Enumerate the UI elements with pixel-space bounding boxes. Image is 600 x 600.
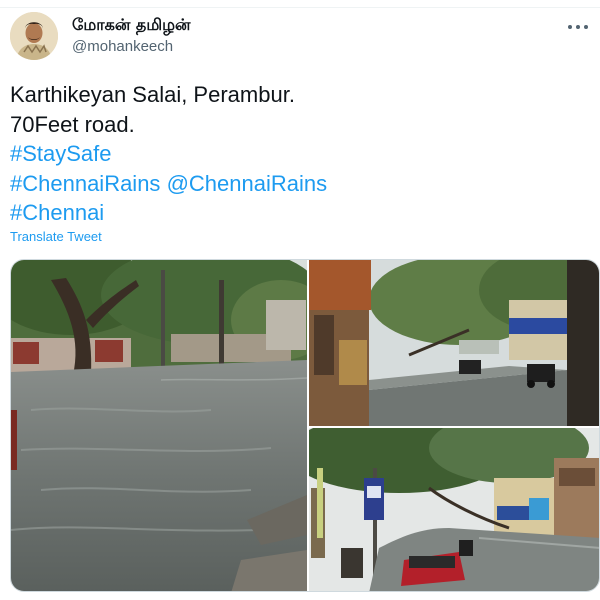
flooded-street-shops-photo[interactable] <box>309 260 599 426</box>
author-name[interactable]: மோகன் தமிழன் <box>72 15 190 36</box>
hashtag-chennairains[interactable]: #ChennaiRains <box>10 171 160 196</box>
author-handle[interactable]: @mohankeech <box>72 38 173 55</box>
top-divider <box>0 0 600 8</box>
flooded-road-red-car-photo[interactable] <box>309 428 599 591</box>
flooded-tree-lined-road-photo[interactable] <box>11 260 307 591</box>
media-grid <box>10 259 600 592</box>
tweet-header: மோகன் தமிழன் @mohankeech <box>10 12 590 62</box>
more-horizontal-icon[interactable] <box>566 16 590 36</box>
translate-tweet-link[interactable]: Translate Tweet <box>10 229 102 244</box>
mention-chennairains[interactable]: @ChennaiRains <box>167 171 328 196</box>
hashtag-staysafe[interactable]: #StaySafe <box>10 141 112 166</box>
hashtag-chennai[interactable]: #Chennai <box>10 200 104 225</box>
tweet-text: Karthikeyan Salai, Perambur. 70Feet road… <box>10 80 570 228</box>
tweet-text-line: Karthikeyan Salai, Perambur. <box>10 82 295 107</box>
avatar[interactable] <box>10 12 58 60</box>
tweet-text-line: 70Feet road. <box>10 111 135 137</box>
